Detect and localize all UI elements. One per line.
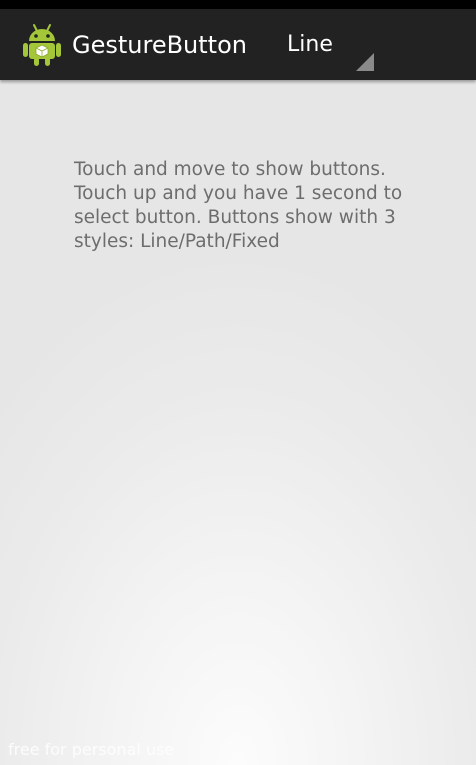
- app-title: GestureButton: [72, 31, 247, 59]
- spinner-selected-value: Line: [287, 32, 333, 57]
- android-robot-icon[interactable]: [22, 21, 62, 67]
- action-bar: GestureButton Line: [0, 9, 476, 80]
- watermark-text: free for personal use: [8, 740, 175, 759]
- instructions-text: Touch and move to show buttons. Touch up…: [74, 159, 403, 252]
- spinner-corner-arrow-icon: [356, 53, 374, 71]
- style-spinner[interactable]: Line: [270, 9, 380, 80]
- status-bar: [0, 0, 476, 9]
